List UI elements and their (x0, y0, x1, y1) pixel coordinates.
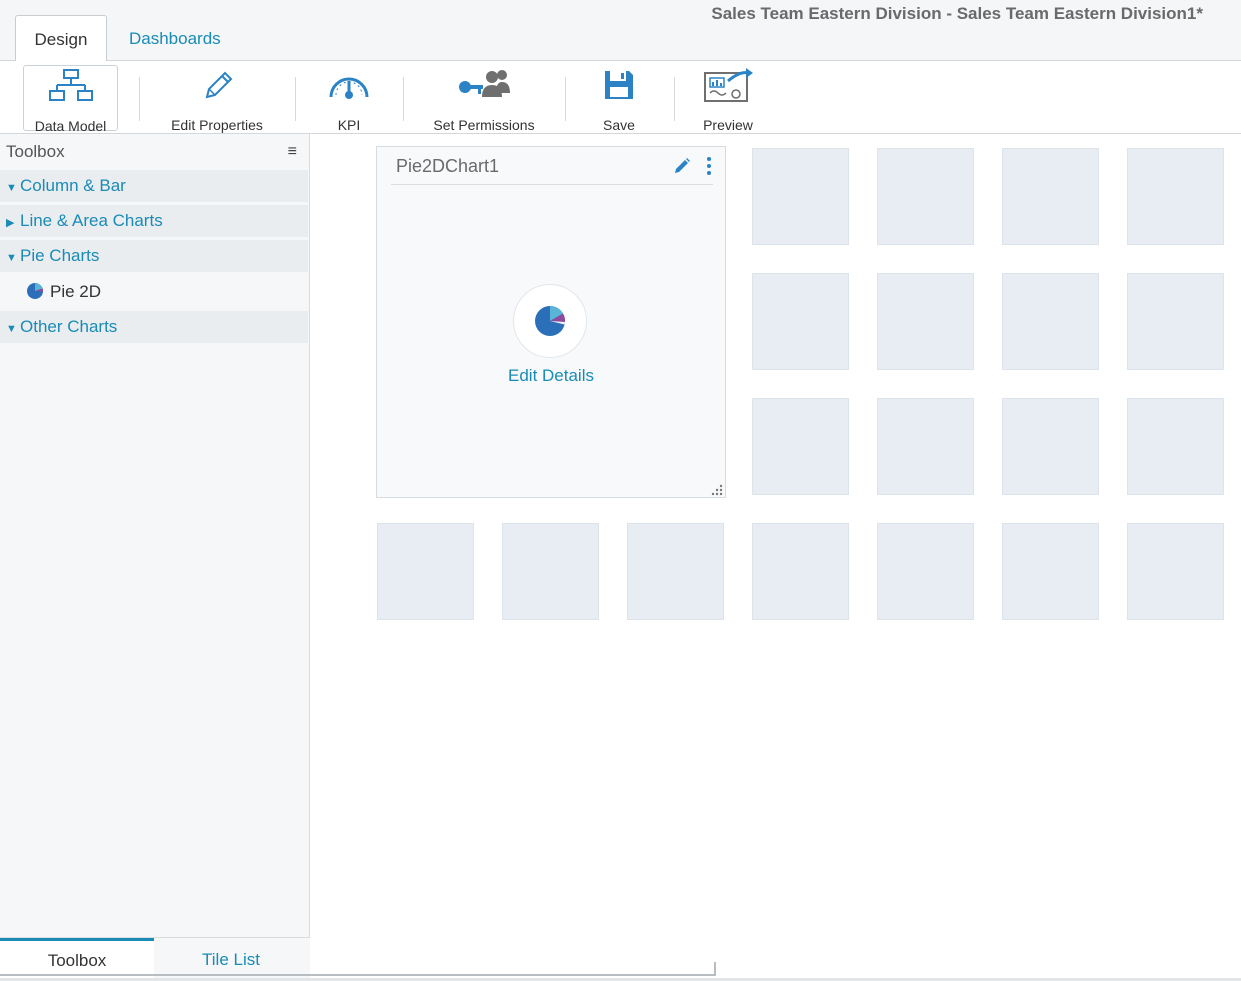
edit-details-link[interactable]: Edit Details (377, 366, 725, 386)
empty-grid-cell[interactable] (1002, 398, 1099, 495)
empty-grid-cell[interactable] (1127, 398, 1224, 495)
category-pie-charts[interactable]: ▼ Pie Charts (0, 240, 308, 272)
toolbox-header: Toolbox ≡ (0, 134, 309, 170)
toolbox-item-label: Pie 2D (50, 282, 102, 301)
save-label: Save (603, 117, 635, 133)
pie-chart-icon[interactable] (513, 284, 587, 358)
category-other-charts[interactable]: ▼ Other Charts (0, 311, 308, 343)
preview-button[interactable]: Preview (698, 65, 758, 133)
dashboard-canvas: Pie2DChart1 Edit Details (310, 134, 1241, 981)
category-label: Other Charts (20, 317, 118, 336)
set-permissions-button[interactable]: Set Permissions (428, 65, 540, 133)
empty-grid-cell[interactable] (752, 273, 849, 370)
ribbon-separator (565, 77, 566, 121)
empty-grid-cell[interactable] (877, 523, 974, 620)
tile-divider (391, 184, 713, 185)
tile-title: Pie2DChart1 (396, 156, 500, 176)
empty-grid-cell[interactable] (1002, 523, 1099, 620)
gauge-icon (322, 67, 376, 107)
pencil-icon (162, 67, 272, 107)
empty-grid-cell[interactable] (502, 523, 599, 620)
pie-chart-icon (26, 278, 44, 299)
category-label: Line & Area Charts (20, 211, 163, 230)
empty-grid-cell[interactable] (752, 398, 849, 495)
empty-grid-cell[interactable] (377, 523, 474, 620)
kpi-label: KPI (337, 117, 361, 133)
empty-grid-cell[interactable] (1127, 148, 1224, 245)
empty-grid-cell[interactable] (752, 148, 849, 245)
data-model-icon (24, 68, 117, 108)
empty-grid-cell[interactable] (752, 523, 849, 620)
empty-grid-cell[interactable] (1002, 148, 1099, 245)
empty-grid-cell[interactable] (1002, 273, 1099, 370)
tab-dashboards[interactable]: Dashboards (112, 15, 238, 62)
save-button[interactable]: Save (596, 65, 642, 133)
kpi-button[interactable]: KPI (322, 65, 376, 133)
horizontal-scrollbar[interactable] (0, 962, 716, 976)
chevron-down-icon: ▼ (6, 252, 17, 264)
resize-grip-icon[interactable] (711, 483, 723, 496)
ribbon-separator (674, 77, 675, 121)
toolbox-title: Toolbox (6, 142, 65, 161)
data-model-button[interactable]: Data Model (23, 65, 118, 134)
hamburger-icon[interactable]: ≡ (288, 134, 297, 170)
category-line-area-charts[interactable]: ▶ Line & Area Charts (0, 205, 308, 237)
empty-grid-cell[interactable] (1127, 273, 1224, 370)
chevron-down-icon: ▼ (6, 323, 17, 335)
toolbox-item-pie-2d[interactable]: Pie 2D (0, 275, 309, 309)
ribbon-separator (139, 77, 140, 121)
document-title: Sales Team Eastern Division - Sales Team… (711, 4, 1203, 23)
empty-grid-cell[interactable] (877, 148, 974, 245)
pencil-icon[interactable] (673, 157, 691, 175)
category-label: Column & Bar (20, 176, 126, 195)
ribbon-toolbar: Data Model Edit Properties KPI Set Permi… (0, 61, 1241, 134)
floppy-disk-icon (596, 67, 642, 107)
preview-label: Preview (703, 117, 753, 133)
edit-properties-button[interactable]: Edit Properties (162, 65, 272, 133)
permissions-icon (428, 67, 540, 107)
ribbon-separator (295, 77, 296, 121)
empty-grid-cell[interactable] (877, 398, 974, 495)
empty-grid-cell[interactable] (627, 523, 724, 620)
chevron-right-icon: ▶ (6, 217, 15, 229)
chart-tile[interactable]: Pie2DChart1 Edit Details (376, 146, 726, 498)
toolbox-sidebar: Toolbox ≡ ▼ Column & Bar ▶ Line & Area Cha… (0, 134, 310, 981)
edit-properties-label: Edit Properties (171, 117, 263, 133)
tab-design[interactable]: Design (15, 15, 107, 62)
empty-grid-cell[interactable] (877, 273, 974, 370)
chevron-down-icon: ▼ (6, 182, 17, 194)
ribbon-separator (403, 77, 404, 121)
category-label: Pie Charts (20, 246, 100, 265)
more-vertical-icon[interactable] (705, 156, 713, 176)
set-permissions-label: Set Permissions (433, 117, 535, 133)
category-column-bar[interactable]: ▼ Column & Bar (0, 170, 308, 202)
top-tab-bar: Design Dashboards Sales Team Eastern Div… (0, 0, 1241, 62)
preview-icon (698, 67, 758, 107)
data-model-label: Data Model (34, 118, 107, 134)
empty-grid-cell[interactable] (1127, 523, 1224, 620)
